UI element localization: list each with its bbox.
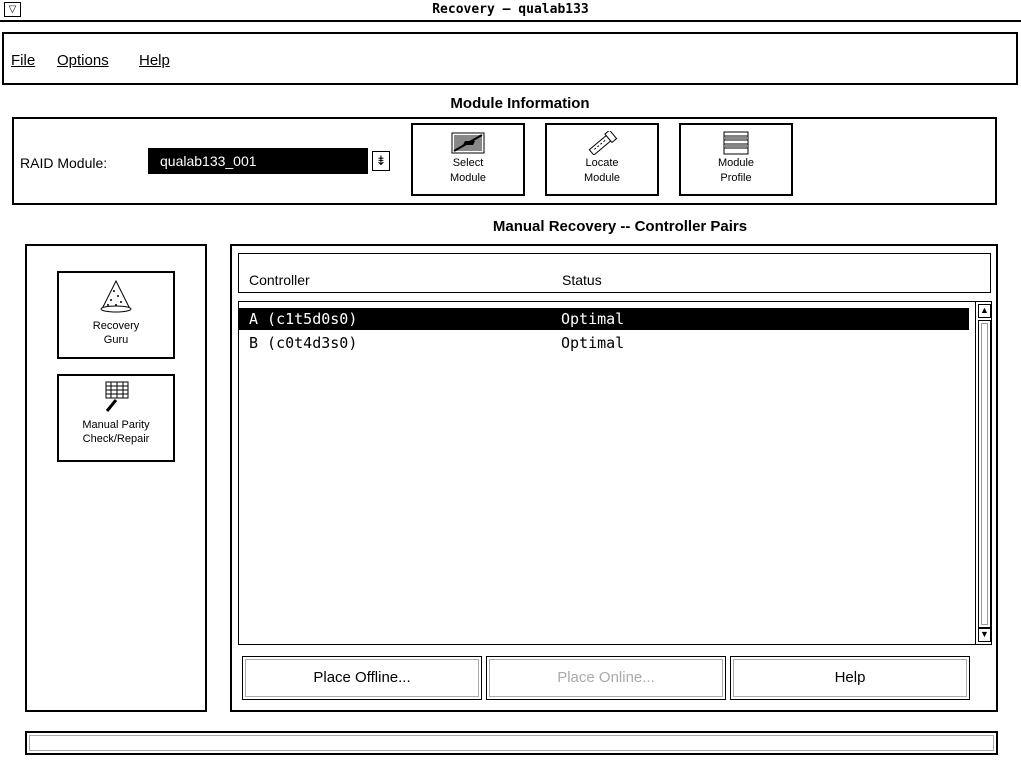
title-bar: Recovery – qualab133 bbox=[0, 0, 1021, 22]
raid-module-label: RAID Module: bbox=[20, 155, 108, 171]
scroll-up-icon[interactable]: ▲ bbox=[978, 304, 991, 318]
locate-module-label-2: Module bbox=[583, 172, 621, 184]
menu-file[interactable]: File bbox=[11, 52, 35, 69]
parity-check-icon bbox=[105, 381, 129, 412]
guru-hat-icon bbox=[100, 279, 132, 313]
menu-help[interactable]: Help bbox=[139, 52, 170, 69]
flashlight-icon bbox=[588, 131, 618, 155]
place-online-button[interactable]: Place Online... bbox=[486, 656, 726, 700]
status-bar bbox=[25, 731, 998, 755]
locate-module-button[interactable]: Locate Module bbox=[545, 123, 659, 196]
list-row-a[interactable]: A (c1t5d0s0) Optimal bbox=[239, 308, 969, 330]
row-b-controller: B (c0t4d3s0) bbox=[249, 334, 358, 352]
recovery-guru-button[interactable]: Recovery Guru bbox=[57, 271, 175, 359]
recovery-guru-label-2: Guru bbox=[103, 334, 129, 346]
dropdown-arrow-icon[interactable]: ⇟ bbox=[372, 151, 390, 171]
manual-parity-label-1: Manual Parity bbox=[82, 419, 150, 431]
scroll-thumb[interactable] bbox=[978, 320, 991, 628]
manual-recovery-title: Manual Recovery -- Controller Pairs bbox=[492, 218, 748, 235]
module-profile-button[interactable]: Module Profile bbox=[679, 123, 793, 196]
triangle-down-icon: ▽ bbox=[8, 4, 17, 15]
select-module-button[interactable]: Select Module bbox=[411, 123, 525, 196]
locate-module-label-1: Locate bbox=[585, 157, 619, 169]
list-row-b[interactable]: B (c0t4d3s0) Optimal bbox=[239, 332, 969, 354]
controller-listbox[interactable]: A (c1t5d0s0) Optimal B (c0t4d3s0) Optima… bbox=[238, 301, 976, 645]
manual-parity-label-2: Check/Repair bbox=[82, 433, 150, 445]
module-profile-icon bbox=[723, 131, 749, 155]
window-title: Recovery – qualab133 bbox=[432, 2, 589, 17]
menu-options[interactable]: Options bbox=[57, 52, 109, 69]
list-header: Controller Status bbox=[238, 253, 991, 293]
help-button[interactable]: Help bbox=[730, 656, 970, 700]
module-info-title: Module Information bbox=[450, 95, 590, 112]
row-a-status: Optimal bbox=[561, 310, 625, 328]
place-offline-button[interactable]: Place Offline... bbox=[242, 656, 482, 700]
vertical-scrollbar[interactable]: ▲ ▼ bbox=[975, 301, 992, 645]
column-header-controller: Controller bbox=[249, 272, 310, 288]
menu-bar: File Options Help bbox=[2, 32, 1018, 85]
row-a-controller: A (c1t5d0s0) bbox=[249, 310, 358, 328]
window-menu-button[interactable]: ▽ bbox=[4, 2, 21, 17]
row-b-status: Optimal bbox=[561, 334, 625, 352]
select-module-icon bbox=[451, 132, 485, 154]
select-module-label-1: Select bbox=[452, 157, 484, 169]
column-header-status: Status bbox=[562, 272, 602, 288]
manual-parity-button[interactable]: Manual Parity Check/Repair bbox=[57, 374, 175, 462]
raid-module-select[interactable]: qualab133_001 bbox=[148, 148, 368, 174]
module-profile-label-1: Module bbox=[717, 157, 755, 169]
recovery-guru-label-1: Recovery bbox=[92, 320, 140, 332]
left-button-panel: Recovery Guru Manual Parity Check/Repair bbox=[25, 244, 207, 712]
select-module-label-2: Module bbox=[449, 172, 487, 184]
module-profile-label-2: Profile bbox=[720, 172, 752, 184]
scroll-down-icon[interactable]: ▼ bbox=[978, 628, 991, 642]
